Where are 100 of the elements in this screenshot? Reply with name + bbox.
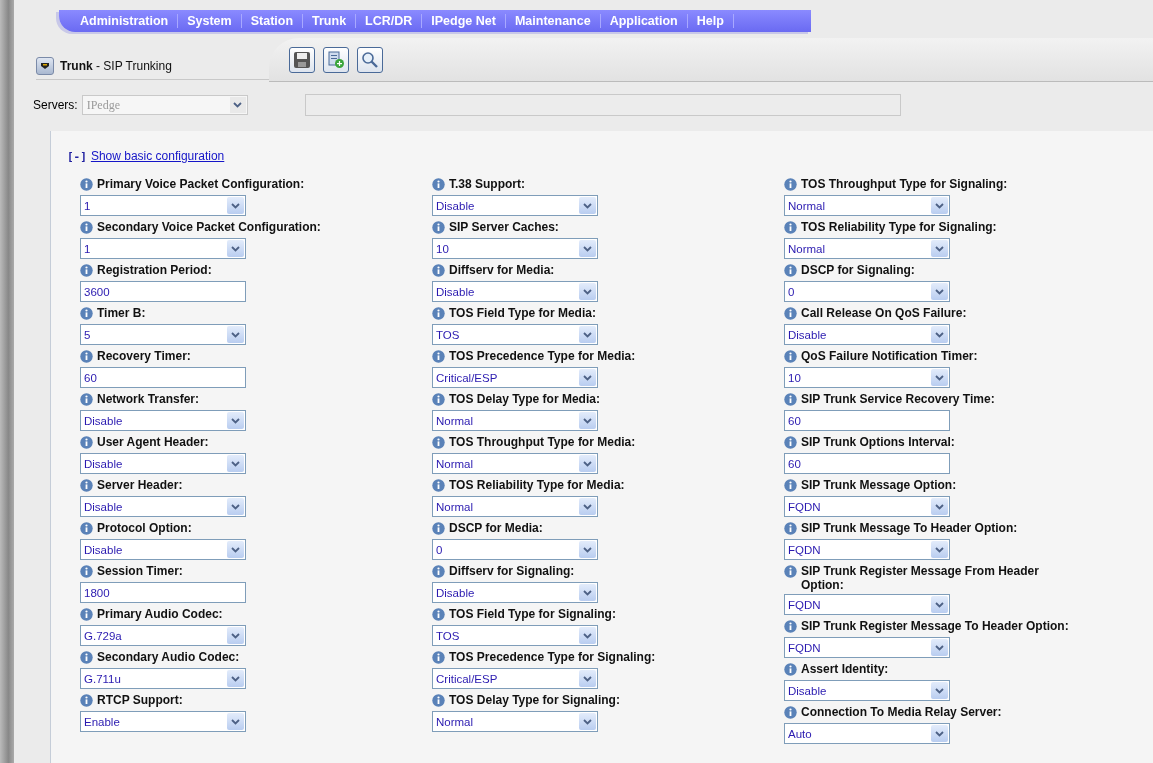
info-icon[interactable] [80,178,93,191]
info-icon[interactable] [432,178,445,191]
info-icon[interactable] [784,436,797,449]
info-icon[interactable] [432,307,445,320]
info-icon[interactable] [80,522,93,535]
dropdown[interactable]: Disable [784,680,950,701]
info-icon[interactable] [80,264,93,277]
info-icon[interactable] [432,221,445,234]
info-icon[interactable] [432,608,445,621]
info-icon[interactable] [784,620,797,633]
info-icon[interactable] [432,264,445,277]
info-icon[interactable] [784,706,797,719]
save-button[interactable] [289,47,315,73]
menu-item[interactable]: Station [241,14,304,28]
info-icon[interactable] [784,522,797,535]
field-label: Recovery Timer: [97,349,191,363]
dropdown[interactable]: Normal [432,410,598,431]
dropdown[interactable]: Normal [432,711,598,732]
page-title: Trunk - SIP Trunking [60,59,172,73]
field-label: Protocol Option: [97,521,192,535]
dropdown[interactable]: Normal [432,496,598,517]
field-label: TOS Reliability Type for Media: [449,478,625,492]
dropdown[interactable]: 0 [432,539,598,560]
dropdown[interactable]: Auto [784,723,950,744]
info-icon[interactable] [432,522,445,535]
dropdown[interactable]: Disable [432,281,598,302]
info-icon[interactable] [432,436,445,449]
dropdown[interactable]: 10 [784,367,950,388]
info-icon[interactable] [432,651,445,664]
dropdown[interactable]: Disable [80,496,246,517]
menu-item[interactable]: System [178,14,242,28]
info-icon[interactable] [784,307,797,320]
info-icon[interactable] [80,651,93,664]
info-icon[interactable] [432,479,445,492]
collapse-toggle[interactable]: [-] [67,150,87,163]
info-icon[interactable] [432,694,445,707]
dropdown[interactable]: Normal [784,195,950,216]
info-icon[interactable] [784,393,797,406]
info-icon[interactable] [80,479,93,492]
info-icon[interactable] [80,694,93,707]
info-icon[interactable] [784,350,797,363]
info-icon[interactable] [784,479,797,492]
menu-item[interactable]: Maintenance [505,14,601,28]
info-icon[interactable] [784,221,797,234]
dropdown[interactable]: Normal [784,238,950,259]
info-icon[interactable] [80,307,93,320]
dropdown[interactable]: FQDN [784,637,950,658]
dropdown[interactable]: Disable [80,539,246,560]
info-icon[interactable] [432,350,445,363]
dropdown[interactable]: FQDN [784,496,950,517]
dropdown[interactable]: Enable [80,711,246,732]
info-icon[interactable] [80,436,93,449]
show-basic-link[interactable]: Show basic configuration [90,149,225,163]
dropdown[interactable]: G.729a [80,625,246,646]
dropdown[interactable]: G.711u [80,668,246,689]
menu-item[interactable]: Application [600,14,688,28]
dropdown[interactable]: Disable [80,453,246,474]
field-label: Secondary Audio Codec: [97,650,240,664]
input-field[interactable]: 60 [80,367,246,388]
dropdown[interactable]: Normal [432,453,598,474]
info-icon[interactable] [784,178,797,191]
menu-item[interactable]: LCR/DR [356,14,423,28]
dropdown[interactable]: 1 [80,238,246,259]
dropdown[interactable]: Disable [784,324,950,345]
menu-item[interactable]: IPedge Net [422,14,506,28]
info-icon[interactable] [80,608,93,621]
info-icon[interactable] [80,393,93,406]
add-button[interactable] [323,47,349,73]
info-icon[interactable] [80,565,93,578]
input-field[interactable]: 1800 [80,582,246,603]
input-field[interactable]: 3600 [80,281,246,302]
menu-item[interactable]: Administration [71,14,179,28]
field-label: Primary Audio Codec: [97,607,223,621]
info-icon[interactable] [432,393,445,406]
dropdown[interactable]: FQDN [784,539,950,560]
dropdown[interactable]: 10 [432,238,598,259]
input-field[interactable]: 60 [784,453,950,474]
dropdown[interactable]: TOS [432,625,598,646]
search-icon [361,51,379,69]
info-icon[interactable] [432,565,445,578]
info-icon[interactable] [784,565,797,578]
field-label: Server Header: [97,478,183,492]
field-label: Session Timer: [97,564,183,578]
dropdown[interactable]: Disable [80,410,246,431]
dropdown[interactable]: TOS [432,324,598,345]
menu-item[interactable]: Help [687,14,734,28]
dropdown[interactable]: Critical/ESP [432,367,598,388]
dropdown[interactable]: 1 [80,195,246,216]
dropdown[interactable]: FQDN [784,594,950,615]
dropdown[interactable]: Disable [432,195,598,216]
info-icon[interactable] [784,663,797,676]
input-field[interactable]: 60 [784,410,950,431]
info-icon[interactable] [80,221,93,234]
dropdown[interactable]: 0 [784,281,950,302]
dropdown[interactable]: Disable [432,582,598,603]
search-button[interactable] [357,47,383,73]
dropdown[interactable]: Critical/ESP [432,668,598,689]
info-icon[interactable] [784,264,797,277]
dropdown[interactable]: 5 [80,324,246,345]
info-icon[interactable] [80,350,93,363]
